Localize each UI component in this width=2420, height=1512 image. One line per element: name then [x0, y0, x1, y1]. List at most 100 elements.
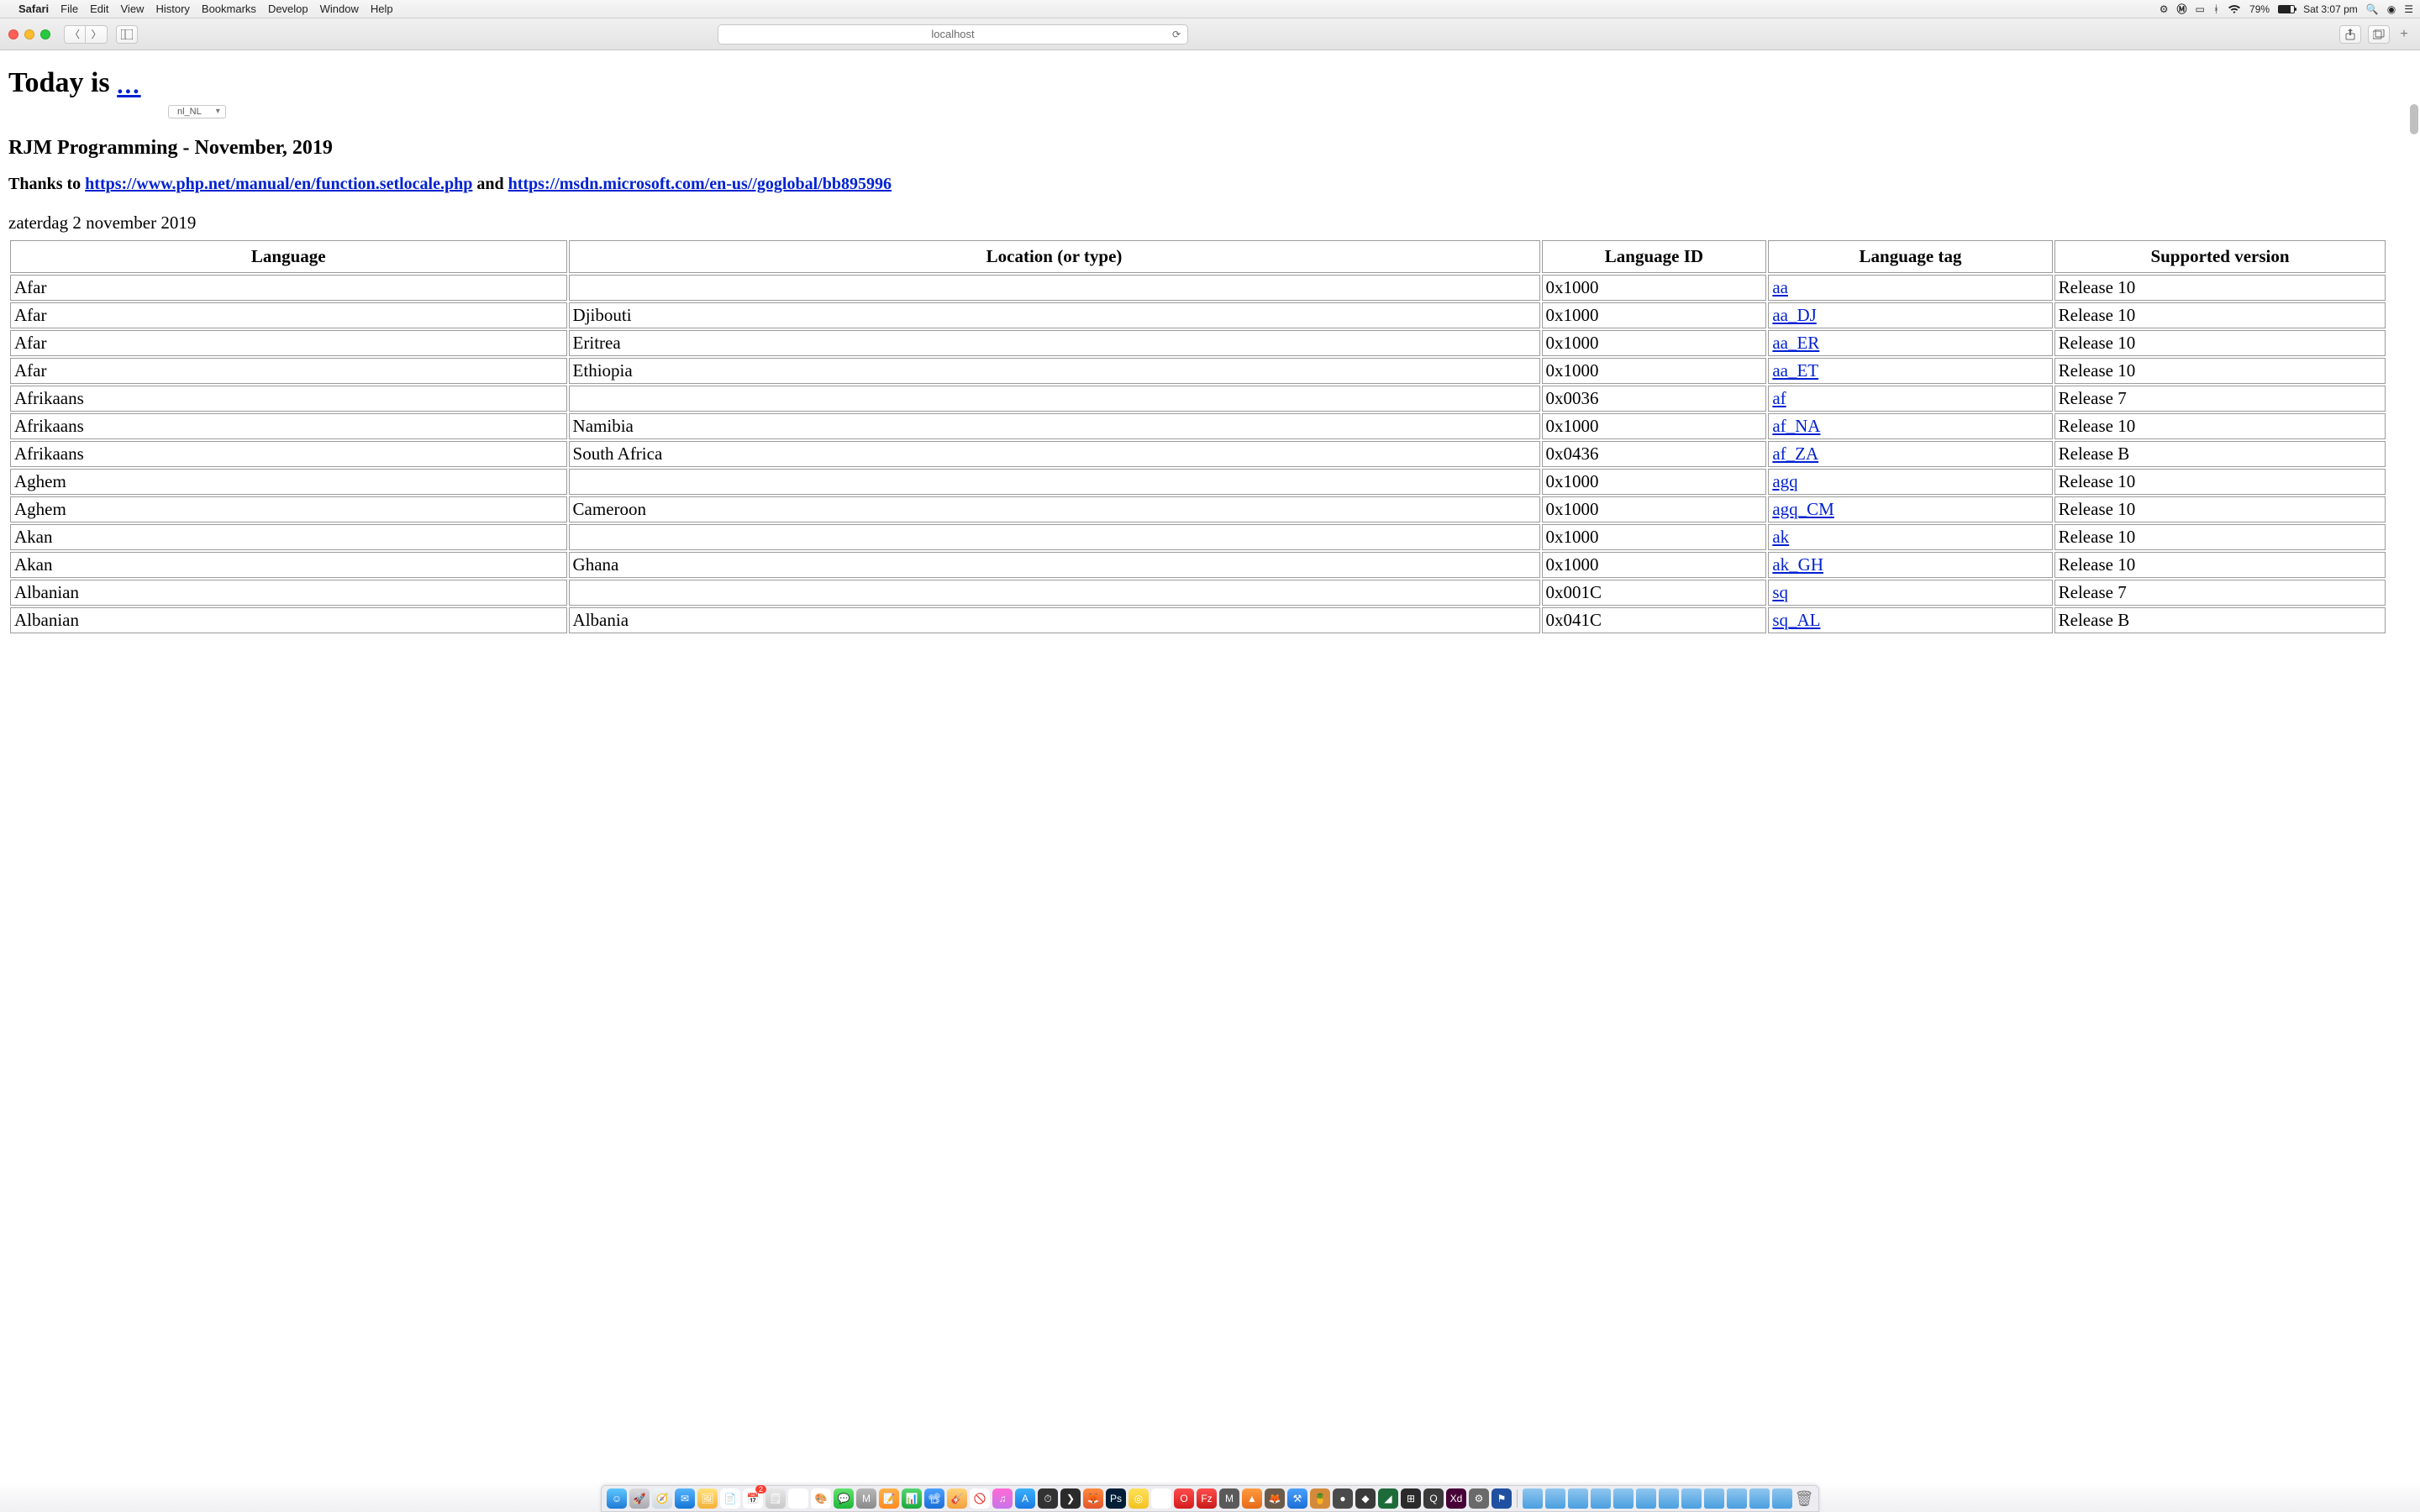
dock-folder[interactable]	[1704, 1488, 1724, 1509]
locale-select[interactable]: nl_NL	[168, 105, 226, 118]
status-wifi-icon[interactable]	[2228, 4, 2241, 14]
back-button[interactable]: 〈	[64, 25, 86, 44]
status-notification-center-icon[interactable]: ☰	[2404, 3, 2413, 15]
close-window-button[interactable]	[8, 29, 18, 39]
sidebar-toggle-button[interactable]	[116, 25, 138, 44]
dock-app-safari[interactable]: 🧭	[652, 1488, 672, 1509]
dock-app-calendar[interactable]: 📅	[743, 1488, 763, 1509]
status-battery-icon[interactable]	[2278, 5, 2295, 13]
dock-app-handbrake[interactable]: 🍍	[1310, 1488, 1330, 1509]
language-tag-link[interactable]: aa	[1772, 277, 1788, 297]
dock-app-mail[interactable]: ✉	[675, 1488, 695, 1509]
dock-app-textedit[interactable]: 📄	[720, 1488, 740, 1509]
dock-app-messages[interactable]: 💬	[834, 1488, 854, 1509]
dock-app-iphoto[interactable]: 🖼	[697, 1488, 718, 1509]
dock-app-terminal[interactable]: ❯	[1060, 1488, 1081, 1509]
language-tag-link[interactable]: aa_ET	[1772, 360, 1818, 381]
minimize-window-button[interactable]	[24, 29, 34, 39]
dock-app-filezilla[interactable]: Fz	[1197, 1488, 1217, 1509]
dock-folder[interactable]	[1749, 1488, 1770, 1509]
dock-app-numbers[interactable]: 📊	[902, 1488, 922, 1509]
dock-folder[interactable]	[1772, 1488, 1792, 1509]
dock-trash[interactable]: 🗑	[1795, 1488, 1813, 1509]
menubar-app-name[interactable]: Safari	[18, 3, 49, 15]
dock-folder[interactable]	[1727, 1488, 1747, 1509]
dock-app-android-studio[interactable]: ◢	[1378, 1488, 1398, 1509]
language-tag-link[interactable]: agq	[1772, 471, 1797, 491]
status-airplay-icon[interactable]: ▭	[2196, 3, 2205, 15]
dock-app-unknown1[interactable]: ●	[1333, 1488, 1353, 1509]
title-dots-link[interactable]: ...	[117, 71, 141, 99]
language-tag-link[interactable]: agq_CM	[1772, 499, 1834, 519]
forward-button[interactable]: 〉	[86, 25, 108, 44]
dock-app-quicktime[interactable]: Q	[1423, 1488, 1444, 1509]
share-button[interactable]	[2339, 25, 2361, 44]
dock-app-xd[interactable]: Xd	[1446, 1488, 1466, 1509]
dock-app-vlc[interactable]: ▲	[1242, 1488, 1262, 1509]
language-tag-link[interactable]: af_ZA	[1772, 444, 1818, 464]
show-all-tabs-button[interactable]	[2368, 25, 2390, 44]
dock-app-chrome-canary[interactable]: ◎	[1128, 1488, 1149, 1509]
language-tag-link[interactable]: af_NA	[1772, 416, 1820, 436]
address-bar[interactable]: localhost ⟳	[718, 24, 1188, 45]
dock-app-systemprefs[interactable]: ⚙	[1469, 1488, 1489, 1509]
dock-app-launchpad[interactable]: 🚀	[629, 1488, 650, 1509]
menubar-item-edit[interactable]: Edit	[90, 3, 108, 15]
dock-app-flag[interactable]: ⚑	[1491, 1488, 1512, 1509]
dock-folder[interactable]	[1523, 1488, 1543, 1509]
dock-app-activity[interactable]: ⏱	[1038, 1488, 1058, 1509]
menubar-item-develop[interactable]: Develop	[268, 3, 308, 15]
language-tag-link[interactable]: af	[1772, 388, 1786, 408]
dock-app-mamp[interactable]: M	[856, 1488, 876, 1509]
dock-app-chrome[interactable]: ◎	[1151, 1488, 1171, 1509]
status-clock[interactable]: Sat 3:07 pm	[2303, 3, 2358, 15]
menubar-item-view[interactable]: View	[121, 3, 145, 15]
dock-folder[interactable]	[1613, 1488, 1634, 1509]
dock-folder[interactable]	[1591, 1488, 1611, 1509]
status-siri-icon[interactable]: ◉	[2387, 3, 2396, 15]
dock-app-photoshop[interactable]: Ps	[1106, 1488, 1126, 1509]
dock-app-itunes[interactable]: ♫	[992, 1488, 1013, 1509]
dock-app-unknown2[interactable]: ◆	[1355, 1488, 1376, 1509]
dock-app-pages[interactable]: 📝	[879, 1488, 899, 1509]
zoom-window-button[interactable]	[40, 29, 50, 39]
dock-app-finder[interactable]: ☺	[607, 1488, 627, 1509]
menubar-item-help[interactable]: Help	[371, 3, 393, 15]
language-tag-link[interactable]: ak	[1772, 527, 1789, 547]
dock-folder[interactable]	[1568, 1488, 1588, 1509]
dock-app-mamp-pro[interactable]: M	[1219, 1488, 1239, 1509]
dock-app-firefox[interactable]: 🦊	[1083, 1488, 1103, 1509]
status-battery-percent[interactable]: 79%	[2249, 3, 2270, 15]
reload-icon[interactable]: ⟳	[1172, 29, 1181, 40]
language-tag-link[interactable]: sq	[1772, 582, 1788, 602]
menubar-item-bookmarks[interactable]: Bookmarks	[202, 3, 256, 15]
dock-app-dashboard[interactable]: ⊞	[1401, 1488, 1421, 1509]
language-tag-link[interactable]: sq_AL	[1772, 610, 1820, 630]
status-spotlight-icon[interactable]: 🔍	[2366, 3, 2379, 15]
language-tag-link[interactable]: ak_GH	[1772, 554, 1823, 575]
dock-app-garageband[interactable]: 🎸	[947, 1488, 967, 1509]
status-avast-icon[interactable]: ⚙︎	[2160, 3, 2169, 15]
status-bluetooth-icon[interactable]: ᚼ	[2213, 3, 2219, 15]
credits-link-php[interactable]: https://www.php.net/manual/en/function.s…	[85, 175, 472, 193]
dock-folder[interactable]	[1681, 1488, 1702, 1509]
status-m-icon[interactable]: Ⓜ	[2176, 2, 2186, 16]
menubar-item-window[interactable]: Window	[320, 3, 359, 15]
language-tag-link[interactable]: aa_DJ	[1772, 305, 1816, 325]
dock-app-colorsync[interactable]: 🎨	[811, 1488, 831, 1509]
menubar-item-history[interactable]: History	[155, 3, 189, 15]
dock-app-xcode[interactable]: ⚒	[1287, 1488, 1307, 1509]
dock-folder[interactable]	[1659, 1488, 1679, 1509]
credits-link-msdn[interactable]: https://msdn.microsoft.com/en-us//goglob…	[508, 175, 892, 193]
dock-app-keynote[interactable]: 📽	[924, 1488, 944, 1509]
dock-folder[interactable]	[1636, 1488, 1656, 1509]
dock-app-appstore[interactable]: A	[1015, 1488, 1035, 1509]
new-tab-button[interactable]: +	[2396, 27, 2412, 42]
dock-app-paintbrush[interactable]: 🖌	[788, 1488, 808, 1509]
dock-folder[interactable]	[1545, 1488, 1565, 1509]
dock-app-opera[interactable]: O	[1174, 1488, 1194, 1509]
dock-app-nosign[interactable]: 🚫	[970, 1488, 990, 1509]
dock-app-preview[interactable]: 🗒	[765, 1488, 786, 1509]
vertical-scrollbar[interactable]	[2410, 104, 2418, 134]
dock-app-gimp[interactable]: 🦊	[1265, 1488, 1285, 1509]
